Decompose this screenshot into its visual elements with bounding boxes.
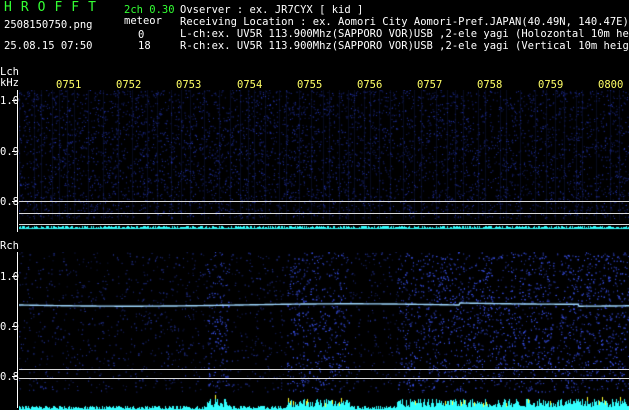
rch-ref-line-1 xyxy=(19,369,629,370)
rch-freq-label-09: 0.9 xyxy=(0,321,19,333)
lch-y-axis xyxy=(17,90,18,232)
lch-description-line: L-ch:ex. UV5R 113.900Mhz(SAPPORO VOR)USB… xyxy=(180,28,629,40)
lch-freq-label-10: 1.0 xyxy=(0,95,19,107)
rch-freq-label-08: 0.8 xyxy=(0,371,19,383)
app-logo: HROFFT xyxy=(4,0,105,15)
lch-ref-line-1 xyxy=(19,201,629,202)
rch-ref-line-2 xyxy=(19,378,629,379)
lch-waterfall xyxy=(19,90,629,232)
meteor-label: meteor xyxy=(124,15,162,27)
observer-line: Ovserver : ex. JR7CYX [ kid ] xyxy=(180,4,364,16)
lch-spectrogram-canvas xyxy=(19,90,629,232)
lch-freq-label-08: 0.8 xyxy=(0,196,19,208)
lch-freq-label-09: 0.9 xyxy=(0,146,19,158)
khz-unit-label: kHz xyxy=(0,77,19,89)
meteor-count-rch: 18 xyxy=(138,40,151,52)
lch-ref-line-3 xyxy=(19,224,629,225)
location-line: Receiving Location : ex. Aomori City Aom… xyxy=(180,16,629,28)
datetime-label: 25.08.15 07:50 xyxy=(4,40,93,52)
rch-freq-label-10: 1.0 xyxy=(0,271,19,283)
filename-label: 2508150750.png xyxy=(4,19,93,31)
hroft-window: { "header": { "logo": "HROFFT", "version… xyxy=(0,0,629,410)
rch-description-line: R-ch:ex. UV5R 113.900Mhz(SAPPORO VOR)USB… xyxy=(180,40,629,52)
rch-spectrogram-canvas xyxy=(19,252,629,410)
rch-waterfall xyxy=(19,252,629,410)
rch-label: Rch xyxy=(0,240,19,252)
lch-ref-line-2 xyxy=(19,213,629,214)
